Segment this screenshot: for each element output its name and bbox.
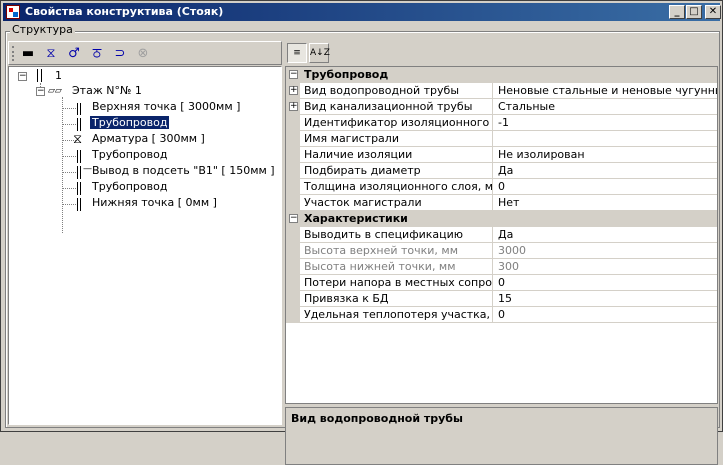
- property-name: Высота нижней точки, мм: [301, 259, 493, 275]
- branch-icon[interactable]: ♂: [64, 45, 84, 63]
- close-button[interactable]: ✕: [705, 5, 721, 19]
- property-value[interactable]: 15: [495, 291, 717, 307]
- structure-group-label: Структура: [10, 23, 75, 36]
- bottom-point-icon: [77, 198, 81, 211]
- tree-item-pipe-selected[interactable]: Трубопровод: [90, 116, 170, 129]
- property-row[interactable]: Идентификатор изоляционного мате -1: [286, 115, 717, 131]
- property-name: Привязка к БД: [301, 291, 493, 307]
- tree-item-bottom-point[interactable]: Нижняя точка [ 0мм ]: [92, 196, 217, 209]
- return-icon[interactable]: ⊃: [110, 45, 130, 63]
- property-grid[interactable]: − Трубопровод + Вид водопроводной трубы …: [285, 66, 718, 404]
- valve-tree-icon: ⧖: [73, 132, 83, 147]
- tree-item-valve[interactable]: Арматура [ 300мм ]: [92, 132, 205, 145]
- tree-floor[interactable]: Этаж N°№ 1: [72, 84, 142, 97]
- property-value[interactable]: 0: [495, 275, 717, 291]
- property-name: Вид водопроводной трубы: [301, 83, 493, 99]
- valve-icon[interactable]: ⧖: [41, 45, 61, 63]
- property-row[interactable]: Участок магистрали Нет: [286, 195, 717, 211]
- tree-item-outlet[interactable]: Вывод в подсеть "В1" [ 150мм ]: [92, 164, 275, 177]
- expand-property-icon[interactable]: +: [289, 86, 298, 95]
- property-row[interactable]: Потери напора в местных сопротивл 0: [286, 275, 717, 291]
- title-bar[interactable]: Свойства конструктива (Стояк) _ □ ✕: [3, 3, 721, 21]
- property-row[interactable]: Подбирать диаметр Да: [286, 163, 717, 179]
- property-value[interactable]: Нет: [495, 195, 717, 211]
- pipe-icon: [77, 118, 81, 131]
- property-value[interactable]: 0: [495, 307, 717, 323]
- collapse-floor-icon[interactable]: −: [36, 87, 45, 96]
- toolbar-grip[interactable]: [12, 46, 15, 61]
- property-row[interactable]: Выводить в спецификацию Да: [286, 227, 717, 243]
- property-name: Подбирать диаметр: [301, 163, 493, 179]
- help-panel: Вид водопроводной трубы: [285, 407, 718, 465]
- property-name: Потери напора в местных сопротивл: [301, 275, 493, 291]
- property-value: 3000: [498, 244, 526, 257]
- structure-pane: ▬ ⧖ ♂ ਠ ⊃ ⊗ − 1 − ▱▱ Этаж N°№ 1 Верхняя …: [8, 41, 282, 425]
- category-pipeline[interactable]: − Трубопровод: [286, 67, 717, 83]
- minimize-button[interactable]: _: [669, 5, 685, 19]
- alphabetical-icon[interactable]: A↓Z: [309, 43, 330, 63]
- collapse-category-icon[interactable]: −: [289, 214, 298, 223]
- category-characteristics[interactable]: − Характеристики: [286, 211, 717, 227]
- properties-pane: ≡ A↓Z − Трубопровод + Вид водопроводной …: [285, 41, 718, 465]
- property-name: Высота верхней точки, мм: [301, 243, 493, 259]
- window-title: Свойства конструктива (Стояк): [25, 5, 224, 18]
- tree-item-pipe[interactable]: Трубопровод: [92, 148, 167, 161]
- riser-icon: [37, 69, 42, 82]
- property-value[interactable]: Стальные: [495, 99, 717, 115]
- property-row[interactable]: Удельная теплопотеря участка, Вт/м 0: [286, 307, 717, 323]
- property-value[interactable]: Да: [495, 227, 717, 243]
- property-name: Участок магистрали: [301, 195, 493, 211]
- app-icon: [6, 5, 20, 19]
- property-row[interactable]: Высота нижней точки, мм 300: [286, 259, 717, 275]
- collapse-category-icon[interactable]: −: [289, 70, 298, 79]
- property-value[interactable]: Да: [495, 163, 717, 179]
- properties-window: Свойства конструктива (Стояк) _ □ ✕ Стру…: [0, 0, 723, 465]
- tree-item-pipe[interactable]: Трубопровод: [92, 180, 167, 193]
- property-value: 300: [498, 260, 519, 273]
- structure-tree[interactable]: − 1 − ▱▱ Этаж N°№ 1 Верхняя точка [ 3000…: [8, 66, 282, 425]
- expand-property-icon[interactable]: +: [289, 102, 298, 111]
- property-name: Наличие изоляции: [301, 147, 493, 163]
- property-row[interactable]: Имя магистрали: [286, 131, 717, 147]
- property-value[interactable]: -1: [495, 115, 717, 131]
- top-point-icon: [77, 103, 81, 115]
- help-title: Вид водопроводной трубы: [291, 412, 463, 425]
- property-name: Толщина изоляционного слоя, мм: [301, 179, 493, 195]
- property-row[interactable]: Наличие изоляции Не изолирован: [286, 147, 717, 163]
- maximize-button[interactable]: □: [686, 5, 702, 19]
- pipe-icon: [77, 182, 81, 195]
- property-value[interactable]: Неновые стальные и неновые чугунные без: [495, 83, 717, 99]
- property-value[interactable]: [495, 131, 717, 147]
- tree-item-top-point[interactable]: Верхняя точка [ 3000мм ]: [92, 100, 240, 113]
- grid-toolbar: ≡ A↓Z: [285, 41, 718, 65]
- delete-icon[interactable]: ⊗: [133, 45, 153, 63]
- collapse-root-icon[interactable]: −: [18, 72, 27, 81]
- outlet-icon: [77, 166, 81, 179]
- categorized-icon[interactable]: ≡: [287, 43, 307, 63]
- fitting-icon[interactable]: ਠ: [87, 45, 107, 63]
- property-name: Вид канализационной трубы: [301, 99, 493, 115]
- floor-tree-icon: ▱▱: [48, 86, 62, 96]
- pipe-icon: [77, 150, 81, 163]
- property-name: Удельная теплопотеря участка, Вт/м: [301, 307, 493, 323]
- property-name: Имя магистрали: [301, 131, 493, 147]
- property-row[interactable]: Высота верхней точки, мм 3000: [286, 243, 717, 259]
- property-row[interactable]: + Вид водопроводной трубы Неновые стальн…: [286, 83, 717, 99]
- property-value[interactable]: 0: [495, 179, 717, 195]
- property-row[interactable]: Привязка к БД 15: [286, 291, 717, 307]
- structure-toolbar: ▬ ⧖ ♂ ਠ ⊃ ⊗: [8, 41, 282, 65]
- property-row[interactable]: + Вид канализационной трубы Стальные: [286, 99, 717, 115]
- property-name: Идентификатор изоляционного мате: [301, 115, 493, 131]
- tree-root[interactable]: 1: [55, 69, 62, 82]
- property-value[interactable]: Не изолирован: [495, 147, 717, 163]
- property-name: Выводить в спецификацию: [301, 227, 493, 243]
- floor-icon[interactable]: ▬: [18, 45, 38, 63]
- property-row[interactable]: Толщина изоляционного слоя, мм 0: [286, 179, 717, 195]
